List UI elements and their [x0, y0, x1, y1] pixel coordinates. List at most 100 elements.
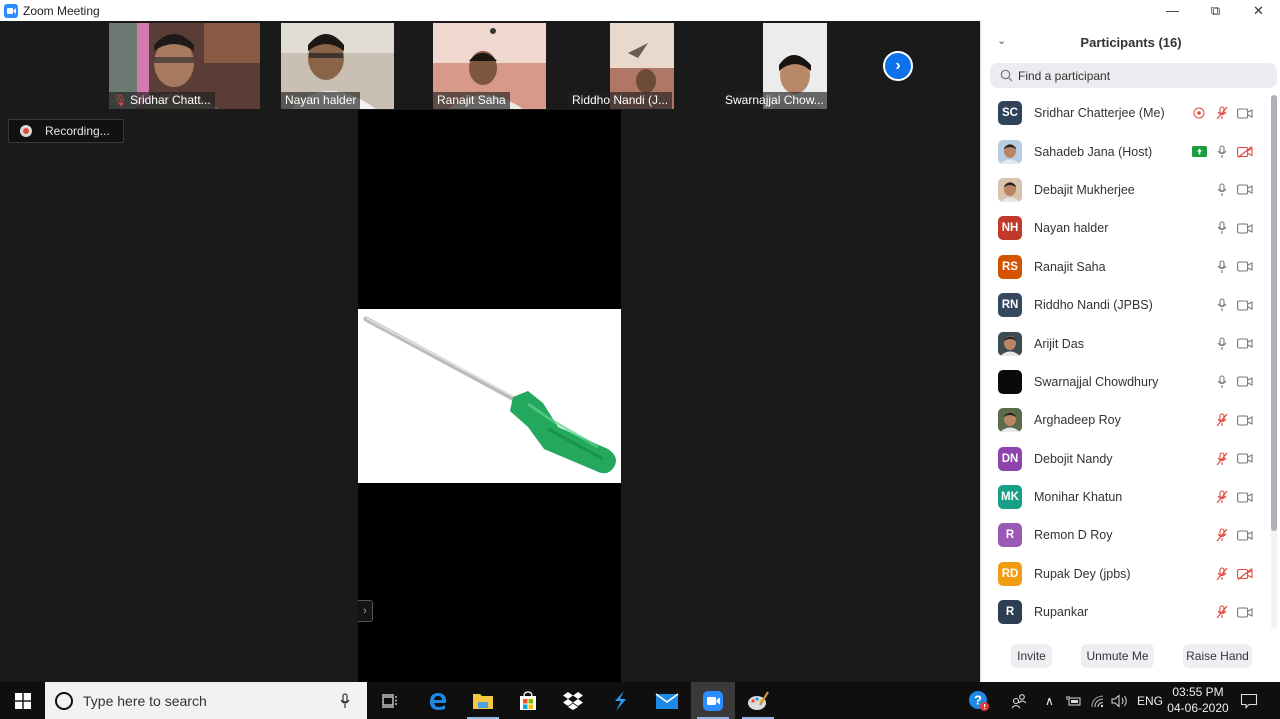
- taskbar-app-edge[interactable]: [416, 682, 460, 719]
- video-icon[interactable]: [1237, 605, 1253, 619]
- video-off-icon[interactable]: [1237, 145, 1253, 159]
- mic-icon[interactable]: [1214, 336, 1230, 351]
- taskbar-app-store[interactable]: [506, 682, 550, 719]
- recording-status-icon: [1191, 106, 1207, 120]
- mic-muted-icon[interactable]: [1214, 605, 1230, 619]
- participant-row[interactable]: R Remon D Roy: [981, 516, 1271, 554]
- help-tray-icon[interactable]: ?: [968, 682, 990, 719]
- invite-button[interactable]: Invite: [1011, 644, 1052, 668]
- participant-row[interactable]: Debajit Mukherjee: [981, 171, 1271, 209]
- participants-header: ⌄ Participants (16): [981, 21, 1280, 63]
- participant-row[interactable]: SC Sridhar Chatterjee (Me): [981, 94, 1271, 132]
- close-button[interactable]: ✕: [1237, 0, 1280, 21]
- video-tile[interactable]: 🎙 Sridhar Chatt...: [109, 23, 260, 109]
- microphone-icon[interactable]: [335, 692, 355, 709]
- video-tile[interactable]: Nayan halder: [281, 23, 394, 109]
- participant-row[interactable]: Sahadeb Jana (Host): [981, 132, 1271, 170]
- participant-search-input[interactable]: Find a participant: [990, 63, 1277, 88]
- mic-icon[interactable]: [1214, 145, 1230, 159]
- battery-charging-icon: [1066, 695, 1081, 705]
- video-tile[interactable]: Riddho Nandi (J...: [568, 23, 674, 109]
- video-icon[interactable]: [1237, 298, 1253, 312]
- video-tile[interactable]: Swarnajjal Chow...: [721, 23, 827, 109]
- raise-hand-button[interactable]: Raise Hand: [1183, 644, 1252, 668]
- video-icon[interactable]: [1237, 221, 1253, 235]
- next-page-button[interactable]: ›: [883, 51, 913, 81]
- video-icon[interactable]: [1237, 528, 1253, 542]
- participants-scrollbar[interactable]: [1271, 95, 1277, 629]
- mic-icon[interactable]: [1214, 260, 1230, 274]
- taskbar-app-mail[interactable]: [645, 682, 689, 719]
- scrollbar-thumb[interactable]: [1271, 95, 1277, 531]
- collapse-chevron-icon[interactable]: ⌄: [997, 34, 1006, 47]
- cortana-icon: [55, 691, 73, 710]
- volume-tray-icon[interactable]: [1111, 682, 1129, 719]
- participant-row[interactable]: Arijit Das: [981, 324, 1271, 362]
- mic-icon[interactable]: [1214, 183, 1230, 197]
- language-indicator[interactable]: ENG: [1137, 682, 1163, 719]
- video-icon[interactable]: [1237, 413, 1253, 427]
- folder-icon: [473, 693, 493, 709]
- language-label: ENG: [1137, 693, 1164, 708]
- participant-row[interactable]: Arghadeep Roy: [981, 401, 1271, 439]
- help-alert-icon: ?: [969, 690, 989, 711]
- restore-button[interactable]: ⧉: [1194, 0, 1237, 21]
- people-tray-icon[interactable]: [1011, 682, 1027, 719]
- video-tile[interactable]: Ranajit Saha: [433, 23, 546, 109]
- participant-row[interactable]: NH Nayan halder: [981, 209, 1271, 247]
- taskbar-clock[interactable]: 03:55 PM 04-06-2020: [1165, 684, 1231, 716]
- participant-avatar: RN: [998, 293, 1022, 318]
- mic-muted-icon[interactable]: [1214, 490, 1230, 504]
- participant-name: Sahadeb Jana (Host): [1034, 144, 1153, 159]
- taskbar-app-file-explorer[interactable]: [461, 682, 505, 719]
- task-view-button[interactable]: [368, 682, 412, 719]
- video-icon[interactable]: [1237, 452, 1253, 466]
- participant-row[interactable]: Swarnajjal Chowdhury: [981, 363, 1271, 401]
- video-icon[interactable]: [1237, 183, 1253, 197]
- participant-avatar: RD: [998, 561, 1022, 586]
- unmute-me-button[interactable]: Unmute Me: [1081, 644, 1154, 668]
- participant-row[interactable]: RN Riddho Nandi (JPBS): [981, 286, 1271, 324]
- taskbar-app-paint[interactable]: [736, 682, 780, 719]
- video-tile-name: Nayan halder: [285, 93, 357, 107]
- mic-icon[interactable]: [1214, 221, 1230, 235]
- video-icon[interactable]: [1237, 490, 1253, 504]
- mic-muted-icon[interactable]: [1214, 413, 1230, 427]
- participant-status-icons: [1214, 605, 1253, 619]
- video-icon[interactable]: [1237, 337, 1253, 351]
- participant-row[interactable]: MK Monihar Khatun: [981, 478, 1271, 516]
- taskbar-app-zoom[interactable]: [691, 682, 735, 719]
- video-off-icon[interactable]: [1237, 567, 1253, 581]
- panel-toggle-button[interactable]: ›: [358, 600, 373, 622]
- mic-muted-icon[interactable]: [1214, 452, 1230, 466]
- video-tile-name: Ranajit Saha: [437, 93, 506, 107]
- taskbar-app-dropbox[interactable]: [551, 682, 595, 719]
- taskbar-app-arrow[interactable]: [598, 682, 642, 719]
- mic-muted-icon[interactable]: [1214, 106, 1230, 120]
- dropbox-icon: [563, 691, 583, 710]
- recording-indicator[interactable]: Recording...: [8, 119, 124, 143]
- participant-row[interactable]: RS Ranajit Saha: [981, 248, 1271, 286]
- participant-name: Monihar Khatun: [1034, 490, 1123, 505]
- show-hidden-icons-button[interactable]: ∧: [1045, 682, 1054, 719]
- action-center-button[interactable]: [1240, 682, 1258, 719]
- video-icon[interactable]: [1237, 375, 1253, 389]
- start-button[interactable]: [0, 682, 45, 719]
- participant-status-icons: [1191, 145, 1253, 159]
- mic-icon[interactable]: [1214, 298, 1230, 312]
- participant-name: Arghadeep Roy: [1034, 413, 1121, 428]
- mic-muted-icon[interactable]: [1214, 567, 1230, 581]
- taskbar-search-box[interactable]: Type here to search: [45, 682, 367, 719]
- participant-row[interactable]: R Rupankar: [981, 593, 1271, 631]
- mic-muted-icon[interactable]: [1214, 528, 1230, 542]
- participant-row[interactable]: DN Debojit Nandy: [981, 440, 1271, 478]
- participants-list: SC Sridhar Chatterjee (Me) Sahadeb Jana (H…: [981, 94, 1271, 631]
- participant-row[interactable]: RD Rupak Dey (jpbs): [981, 555, 1271, 593]
- wifi-tray-icon[interactable]: [1090, 682, 1106, 719]
- minimize-button[interactable]: —: [1151, 0, 1194, 21]
- search-icon: [1000, 69, 1013, 82]
- battery-tray-icon[interactable]: [1066, 682, 1082, 719]
- mic-icon[interactable]: [1214, 375, 1230, 389]
- video-icon[interactable]: [1237, 260, 1253, 274]
- video-icon[interactable]: [1237, 106, 1253, 120]
